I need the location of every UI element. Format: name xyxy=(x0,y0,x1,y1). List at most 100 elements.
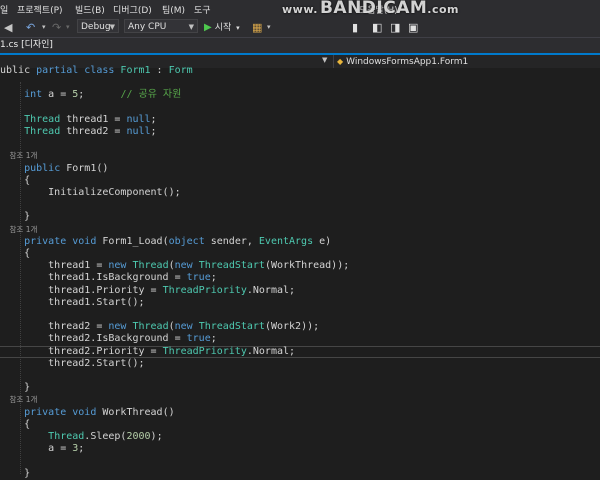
code-token: (WorkThread)); xyxy=(264,260,350,272)
menu-item-tools[interactable]: 도구 xyxy=(194,3,211,16)
code-token: thread1.IsBackground = xyxy=(0,272,187,284)
menu-item-team[interactable]: 팀(M) xyxy=(162,3,185,16)
code-token: } xyxy=(0,382,31,394)
code-line: a = 3; xyxy=(0,443,600,455)
code-line: } xyxy=(0,382,600,394)
code-token: new xyxy=(174,260,199,272)
chevron-down-icon[interactable]: ▾ xyxy=(66,23,70,31)
reference-count-lens[interactable]: 참조 1개 xyxy=(0,224,600,236)
code-token: Form1 xyxy=(120,65,151,76)
start-button[interactable]: ▶ 시작 ▾ xyxy=(204,20,240,33)
code-token: { xyxy=(0,174,31,186)
code-token: InitializeComponent(); xyxy=(0,187,181,198)
code-token: // 공유 자원 xyxy=(120,89,182,101)
code-token: ThreadStart xyxy=(198,260,265,272)
menu-item-1[interactable]: 일 xyxy=(0,3,8,16)
code-line: thread2.IsBackground = true; xyxy=(0,333,600,345)
code-line: thread2 = new Thread(new ThreadStart(Wor… xyxy=(0,321,600,333)
play-icon: ▶ xyxy=(204,22,212,33)
code-line: InitializeComponent(); xyxy=(0,187,600,199)
code-token: { xyxy=(0,248,31,259)
code-token: public xyxy=(24,162,61,174)
code-line: } xyxy=(0,211,600,223)
chevron-down-icon[interactable]: ▾ xyxy=(267,23,271,31)
code-line: { xyxy=(0,175,600,187)
code-token: thread1.Priority = xyxy=(0,284,163,296)
code-line: thread1.IsBackground = true; xyxy=(0,272,600,284)
code-token: true xyxy=(186,333,211,345)
code-token: Thread xyxy=(24,113,61,125)
code-token: Form xyxy=(168,65,193,76)
menu-bar: 일 프로젝트(P) 빌드(B) 디버그(D) 팀(M) 도구 도움말(H) ww… xyxy=(0,0,600,18)
code-token: .Sleep( xyxy=(84,431,127,442)
nav-back-icon[interactable]: ◀ xyxy=(4,21,12,34)
code-token: true xyxy=(186,272,211,284)
code-token: private void xyxy=(24,235,97,247)
reference-count-text[interactable]: 참조 1개 xyxy=(0,151,38,160)
code-token: null xyxy=(126,113,151,125)
code-token: thread1 = xyxy=(0,260,109,272)
code-token: ; xyxy=(210,272,217,284)
code-token: WorkThread() xyxy=(96,406,175,418)
recording-watermark: www. BANDICAM.com xyxy=(282,0,461,18)
code-token: ); xyxy=(150,431,163,442)
solution-config-value: Debug xyxy=(81,22,111,32)
bookmark-next-icon[interactable]: ◨ xyxy=(390,21,400,34)
code-token: thread2 = xyxy=(0,321,109,333)
tab-form1-designer[interactable]: 1.cs [디자인] xyxy=(0,39,58,52)
code-token: a = xyxy=(42,89,73,101)
code-token: new xyxy=(108,321,133,333)
watermark-prefix: www. xyxy=(282,3,318,16)
code-editor[interactable]: ublic partial class Form1 : Form int a =… xyxy=(0,65,600,479)
menu-item-build[interactable]: 빌드(B) xyxy=(75,3,105,16)
code-token: Thread xyxy=(132,321,169,333)
code-token: a = xyxy=(0,443,73,455)
document-tab-row: 1.cs [디자인] xyxy=(0,38,600,55)
code-line: thread1.Start(); xyxy=(0,297,600,309)
bookmark-icon[interactable]: ▮ xyxy=(352,21,358,34)
code-token: partial class xyxy=(36,65,121,76)
code-line: Thread thread2 = null; xyxy=(0,126,600,138)
code-line: thread2.Priority = ThreadPriority.Normal… xyxy=(0,345,600,358)
undo-icon[interactable]: ↶ xyxy=(26,21,35,34)
code-line: int a = 5; // 공유 자원 xyxy=(0,89,600,101)
toolbar-tool-icon[interactable]: ▦ xyxy=(252,21,262,34)
code-token: thread2.Start(); xyxy=(0,357,145,369)
code-line: public Form1() xyxy=(0,163,600,175)
redo-icon[interactable]: ↷ xyxy=(52,21,61,34)
platform-select[interactable]: Any CPU ▼ xyxy=(124,19,198,33)
start-label: 시작 xyxy=(214,23,232,33)
code-line: thread1.Priority = ThreadPriority.Normal… xyxy=(0,285,600,297)
menu-item-debug[interactable]: 디버그(D) xyxy=(113,3,152,16)
code-token: ThreadPriority xyxy=(162,345,247,357)
chevron-down-icon[interactable]: ▼ xyxy=(322,56,327,64)
code-token: } xyxy=(0,211,31,223)
code-line: Thread thread1 = null; xyxy=(0,114,600,126)
code-token: ThreadStart xyxy=(198,321,265,333)
reference-count-text[interactable]: 참조 1개 xyxy=(0,225,38,234)
code-token: sender, xyxy=(204,235,259,247)
reference-count-lens[interactable]: 참조 1개 xyxy=(0,150,600,162)
code-token: ThreadPriority xyxy=(162,284,247,296)
bookmark-clear-icon[interactable]: ▣ xyxy=(408,21,418,34)
bookmark-prev-icon[interactable]: ◧ xyxy=(372,21,382,34)
solution-config-select[interactable]: Debug ▼ xyxy=(77,19,119,33)
code-token: new xyxy=(108,260,133,272)
reference-count-text[interactable]: 참조 1개 xyxy=(0,395,38,404)
code-token: null xyxy=(126,126,151,137)
reference-count-lens[interactable]: 참조 1개 xyxy=(0,394,600,406)
code-line: ublic partial class Form1 : Form xyxy=(0,65,600,77)
menu-item-project[interactable]: 프로젝트(P) xyxy=(17,3,63,16)
chevron-down-icon: ▾ xyxy=(236,24,240,32)
code-token: ; xyxy=(78,89,121,101)
chevron-down-icon[interactable]: ▾ xyxy=(42,23,46,31)
